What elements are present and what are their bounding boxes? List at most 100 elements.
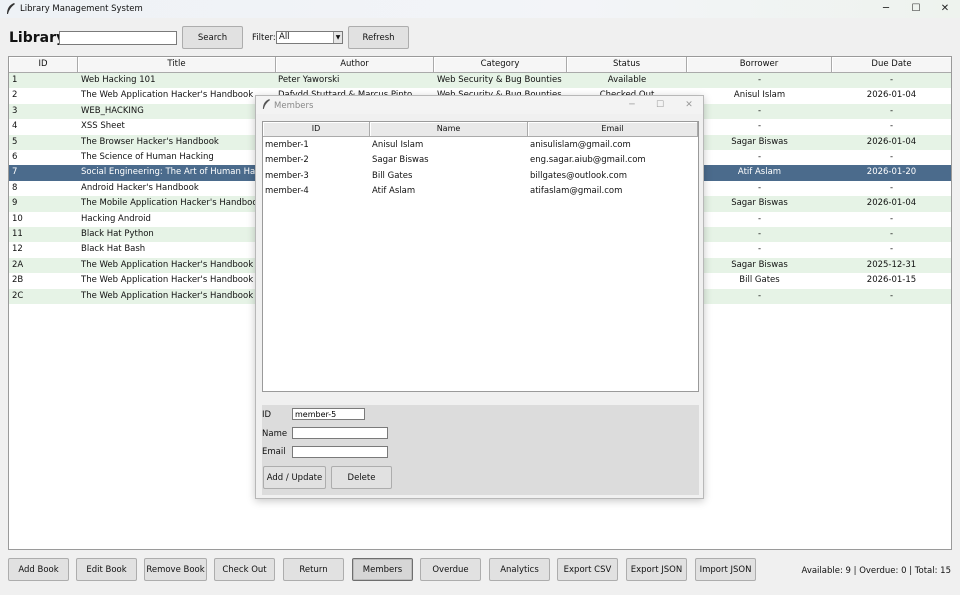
cell-id: 8: [12, 182, 18, 193]
chevron-down-icon[interactable]: ▼: [333, 32, 342, 43]
return-button[interactable]: Return: [283, 558, 344, 581]
check-out-button[interactable]: Check Out: [214, 558, 275, 581]
cell-due-date: -: [889, 290, 894, 301]
member-id-input[interactable]: [292, 408, 365, 420]
cell-title: The Mobile Application Hacker's Handbook: [81, 198, 263, 209]
member-cell-id: member-4: [265, 186, 309, 197]
member-name-input[interactable]: [292, 427, 388, 439]
cell-title: Android Hacker's Handbook: [81, 182, 199, 193]
edit-book-button[interactable]: Edit Book: [76, 558, 137, 581]
col-header-due-date[interactable]: Due Date: [832, 57, 951, 73]
delete-member-button[interactable]: Delete: [331, 466, 392, 489]
members-col-header-id[interactable]: ID: [263, 122, 370, 137]
member-cell-email: atifaslam@gmail.com: [530, 186, 623, 197]
close-button[interactable]: ✕: [930, 0, 960, 18]
cell-id: 2A: [12, 259, 24, 270]
cell-borrower: Anisul Islam: [733, 90, 786, 101]
member-cell-id: member-1: [265, 140, 309, 150]
members-dialog-titlebar: Members ─ ☐ ✕: [256, 96, 703, 114]
search-input[interactable]: [59, 31, 177, 45]
member-id-label: ID: [262, 410, 272, 420]
cell-id: 9: [12, 198, 18, 209]
list-item[interactable]: member-2 Sagar Biswas eng.sagar.aiub@gmail…: [263, 153, 698, 168]
list-item[interactable]: member-3 Bill Gates billgates@outlook.com: [263, 169, 698, 184]
import-json-button[interactable]: Import JSON: [695, 558, 756, 581]
cell-title: The Web Application Hacker's Handbook: [81, 259, 254, 270]
maximize-button[interactable]: ☐: [901, 0, 931, 18]
col-header-author[interactable]: Author: [276, 57, 434, 73]
col-header-borrower[interactable]: Borrower: [687, 57, 832, 73]
members-dialog: Members ─ ☐ ✕ ID Name Email member-1 Anis…: [255, 95, 704, 499]
cell-title: Black Hat Python: [81, 229, 154, 239]
members-col-header-email[interactable]: Email: [528, 122, 698, 137]
cell-id: 2C: [12, 290, 24, 301]
member-name-label: Name: [262, 429, 288, 439]
cell-borrower: -: [757, 75, 762, 85]
search-button[interactable]: Search: [182, 26, 243, 49]
filter-label: Filter:: [252, 33, 276, 43]
member-cell-name: Anisul Islam: [372, 140, 424, 150]
cell-due-date: -: [889, 213, 894, 224]
members-table[interactable]: ID Name Email member-1 Anisul Islam anisul…: [262, 121, 699, 392]
overdue-button[interactable]: Overdue: [420, 558, 481, 581]
cell-due-date: 2026-01-04: [866, 136, 917, 147]
cell-title: The Web Application Hacker's Handbook: [81, 275, 254, 286]
export-json-button[interactable]: Export JSON: [626, 558, 687, 581]
remove-book-button[interactable]: Remove Book: [144, 558, 207, 581]
cell-due-date: -: [889, 121, 894, 132]
cell-due-date: -: [889, 244, 894, 255]
cell-id: 3: [12, 105, 18, 116]
add-book-button[interactable]: Add Book: [8, 558, 69, 581]
cell-author: Peter Yaworski: [278, 75, 340, 85]
export-csv-button[interactable]: Export CSV: [557, 558, 618, 581]
members-button[interactable]: Members: [352, 558, 413, 581]
minimize-button[interactable]: ─: [871, 0, 901, 18]
add-update-member-button[interactable]: Add / Update: [263, 466, 326, 489]
cell-due-date: 2026-01-04: [866, 90, 917, 101]
member-cell-name: Atif Aslam: [372, 186, 416, 197]
cell-borrower: -: [757, 290, 762, 301]
cell-id: 5: [12, 136, 18, 147]
feather-app-icon: [262, 99, 271, 109]
col-header-status[interactable]: Status: [567, 57, 687, 73]
col-header-id[interactable]: ID: [9, 57, 78, 73]
cell-id: 6: [12, 152, 18, 162]
cell-borrower: -: [757, 105, 762, 116]
list-item[interactable]: member-4 Atif Aslam atifaslam@gmail.com: [263, 184, 698, 199]
cell-borrower: -: [757, 213, 762, 224]
cell-due-date: 2026-01-20: [866, 167, 917, 178]
dialog-minimize-button[interactable]: ─: [618, 97, 646, 113]
analytics-button[interactable]: Analytics: [489, 558, 550, 581]
dialog-close-button[interactable]: ✕: [675, 97, 703, 113]
table-row[interactable]: 1 Web Hacking 101 Peter Yaworski Web Securi…: [9, 73, 951, 89]
cell-title: The Web Application Hacker's Handbook: [81, 90, 254, 101]
filter-select[interactable]: All ▼: [276, 31, 343, 44]
member-form: ID Name Email Add / Update Delete: [262, 405, 699, 495]
cell-borrower: -: [757, 229, 762, 239]
member-cell-email: anisulislam@gmail.com: [530, 140, 631, 150]
cell-borrower: -: [757, 121, 762, 132]
members-col-header-name[interactable]: Name: [370, 122, 528, 137]
cell-borrower: -: [757, 182, 762, 193]
cell-status: Available: [607, 75, 647, 85]
cell-id: 11: [12, 229, 23, 239]
member-email-input[interactable]: [292, 446, 388, 458]
cell-borrower: Sagar Biswas: [731, 136, 788, 147]
cell-id: 2: [12, 90, 18, 101]
member-cell-id: member-3: [265, 170, 309, 181]
cell-title: Web Hacking 101: [81, 75, 156, 85]
list-item[interactable]: member-1 Anisul Islam anisulislam@gmail.co…: [263, 138, 698, 153]
col-header-category[interactable]: Category: [434, 57, 567, 73]
col-header-title[interactable]: Title: [78, 57, 276, 73]
refresh-button[interactable]: Refresh: [348, 26, 409, 49]
cell-borrower: Bill Gates: [739, 275, 780, 286]
cell-title: Hacking Android: [81, 213, 151, 224]
cell-borrower: Sagar Biswas: [731, 198, 788, 209]
cell-borrower: -: [757, 152, 762, 162]
feather-app-icon: [7, 3, 15, 14]
cell-borrower: -: [757, 244, 762, 255]
window-title: Library Management System: [20, 4, 143, 14]
dialog-maximize-button[interactable]: ☐: [646, 97, 674, 113]
cell-id: 1: [12, 75, 18, 85]
cell-title: The Science of Human Hacking: [81, 152, 214, 162]
